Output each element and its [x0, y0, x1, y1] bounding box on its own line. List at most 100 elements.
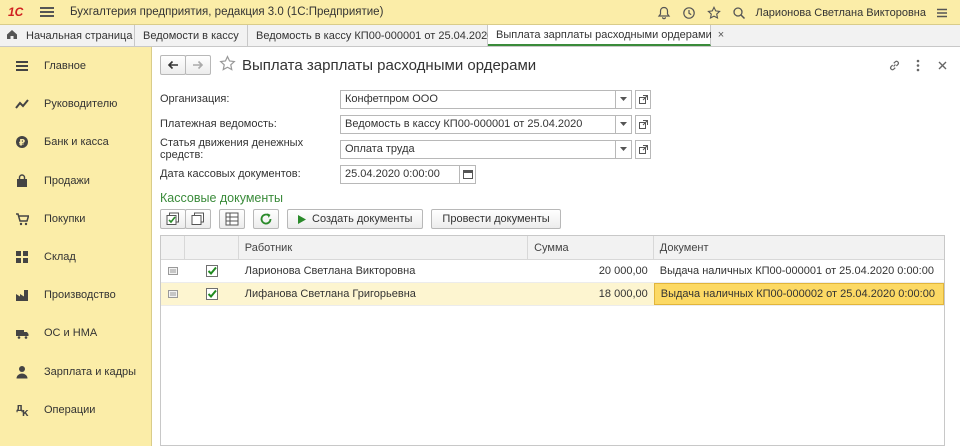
organization-open-button[interactable] — [635, 89, 651, 109]
1c-logo: 1С — [8, 5, 24, 19]
cashflow-item-field[interactable]: Оплата труда — [340, 139, 616, 159]
sidebar-item-production[interactable]: Производство — [0, 276, 151, 314]
cashflow-item-dropdown-button[interactable] — [616, 139, 632, 159]
tab-close-icon[interactable]: × — [718, 29, 724, 41]
sidebar-item-manager[interactable]: Руководителю — [0, 85, 151, 123]
payment-statement-dropdown-button[interactable] — [616, 114, 632, 134]
row-check-cell — [185, 283, 239, 305]
grid-icon — [14, 249, 30, 265]
sidebar-item-operations[interactable]: ДК Операции — [0, 391, 151, 429]
tab-label: Ведомости в кассу — [143, 29, 239, 42]
sidebar-item-warehouse[interactable]: Склад — [0, 238, 151, 276]
cash-documents-section-title: Кассовые документы — [160, 191, 283, 205]
organization-dropdown-button[interactable] — [616, 89, 632, 109]
employee-cell[interactable]: Лифанова Светлана Григорьевна — [239, 283, 528, 305]
column-header-document[interactable]: Документ — [654, 236, 944, 259]
coin-icon: ₽ — [14, 134, 30, 150]
close-icon[interactable] — [932, 55, 952, 75]
sidebar-item-label: Производство — [44, 289, 116, 302]
more-actions-icon[interactable] — [908, 55, 928, 75]
tab-cash-statement-document[interactable]: Ведомость в кассу КП00-000001 от 25.04.2… — [248, 25, 493, 46]
sidebar-item-label: Операции — [44, 403, 96, 416]
document-cell[interactable]: Выдача наличных КП00-000002 от 25.04.202… — [653, 283, 944, 305]
payment-statement-field[interactable]: Ведомость в кассу КП00-000001 от 25.04.2… — [340, 114, 616, 134]
operations-icon: ДК — [14, 402, 30, 418]
tab-home[interactable]: Начальная страница — [0, 25, 135, 46]
table-row[interactable]: Ларионова Светлана Викторовна 20 000,00 … — [161, 260, 944, 283]
refresh-button[interactable] — [253, 209, 279, 229]
menu-icon — [14, 58, 30, 74]
table-header: Работник Сумма Документ — [161, 236, 944, 260]
create-documents-button[interactable]: Создать документы — [287, 209, 424, 229]
column-header-icon — [161, 236, 185, 259]
sidebar-item-label: Склад — [44, 251, 76, 264]
cash-docs-date-label: Дата кассовых документов: — [160, 168, 301, 180]
person-icon — [14, 364, 30, 380]
sidebar-item-purchases[interactable]: Покупки — [0, 200, 151, 238]
search-icon[interactable] — [729, 3, 749, 23]
sidebar-item-label: Руководителю — [44, 98, 118, 111]
forward-button[interactable] — [185, 55, 211, 75]
current-user-name[interactable]: Ларионова Светлана Викторовна — [755, 7, 926, 19]
form-header: Выплата зарплаты расходными ордерами — [160, 53, 952, 77]
sidebar-item-sales[interactable]: Продажи — [0, 162, 151, 200]
top-right-panel: Ларионова Светлана Викторовна — [649, 0, 960, 25]
sidebar-item-salary-hr[interactable]: Зарплата и кадры — [0, 353, 151, 391]
cashflow-item-row: Статья движения денежных средств: Оплата… — [160, 137, 651, 161]
cashflow-item-open-button[interactable] — [635, 139, 651, 159]
sum-cell[interactable]: 18 000,00 — [528, 283, 654, 305]
column-header-employee[interactable]: Работник — [239, 236, 529, 259]
history-icon[interactable] — [679, 3, 699, 23]
trend-icon — [14, 96, 30, 112]
bell-icon[interactable] — [654, 3, 674, 23]
sidebar-item-bank-cash[interactable]: ₽ Банк и касса — [0, 123, 151, 161]
tab-salary-payment-orders[interactable]: Выплата зарплаты расходными ордерами × — [488, 25, 724, 46]
svg-text:₽: ₽ — [19, 139, 25, 149]
payment-statement-open-button[interactable] — [635, 114, 651, 134]
column-header-sum[interactable]: Сумма — [528, 236, 654, 259]
sidebar-item-label: ОС и НМА — [44, 327, 98, 340]
link-icon[interactable] — [884, 55, 904, 75]
check-all-button[interactable] — [160, 209, 186, 229]
organization-field[interactable]: Конфетпром ООО — [340, 89, 616, 109]
cash-docs-date-row: Дата кассовых документов: 25.04.2020 0:0… — [160, 164, 476, 184]
fill-table-button[interactable] — [219, 209, 245, 229]
user-menu-icon[interactable] — [932, 3, 952, 23]
bag-icon — [14, 173, 30, 189]
row-checkbox[interactable] — [205, 265, 218, 277]
home-icon — [6, 29, 18, 43]
tab-label: Выплата зарплаты расходными ордерами — [496, 28, 712, 41]
truck-icon — [14, 325, 30, 341]
sidebar-item-main[interactable]: Главное — [0, 47, 151, 85]
sidebar-item-label: Покупки — [44, 212, 86, 225]
sidebar-item-label: Банк и касса — [44, 136, 109, 149]
cash-documents-toolbar: Создать документы Провести документы — [160, 209, 561, 229]
sum-cell[interactable]: 20 000,00 — [528, 260, 654, 282]
table-row[interactable]: Лифанова Светлана Григорьевна 18 000,00 … — [161, 283, 944, 306]
row-checkbox[interactable] — [205, 288, 218, 300]
add-to-favorites-star-icon[interactable] — [219, 55, 236, 75]
uncheck-all-button[interactable] — [185, 209, 211, 229]
cash-docs-date-field[interactable]: 25.04.2020 0:00:00 — [340, 164, 460, 184]
back-button[interactable] — [160, 55, 186, 75]
organization-row: Организация: Конфетпром ООО — [160, 89, 651, 109]
main-menu-button[interactable] — [40, 7, 54, 17]
factory-icon — [14, 287, 30, 303]
app-top-bar: 1С Бухгалтерия предприятия, редакция 3.0… — [0, 0, 960, 25]
column-header-check — [185, 236, 239, 259]
calendar-button[interactable] — [460, 164, 476, 184]
tab-cash-statements[interactable]: Ведомости в кассу — [135, 25, 248, 46]
favorites-star-icon[interactable] — [704, 3, 724, 23]
post-documents-button[interactable]: Провести документы — [431, 209, 561, 229]
sidebar-item-label: Зарплата и кадры — [44, 365, 137, 378]
tab-label: Ведомость в кассу КП00-000001 от 25.04.2… — [256, 29, 494, 42]
payment-statement-row: Платежная ведомость: Ведомость в кассу К… — [160, 114, 651, 134]
sections-sidebar: Главное Руководителю ₽ Банк и касса Прод… — [0, 47, 152, 446]
form-header-actions — [880, 53, 952, 77]
sidebar-item-fixed-assets[interactable]: ОС и НМА — [0, 314, 151, 352]
employee-cell[interactable]: Ларионова Светлана Викторовна — [239, 260, 528, 282]
sidebar-item-label: Главное — [44, 60, 87, 73]
cart-icon — [14, 211, 30, 227]
document-cell[interactable]: Выдача наличных КП00-000001 от 25.04.202… — [654, 260, 944, 282]
cash-documents-table: Работник Сумма Документ Ларионова Светла… — [160, 235, 945, 446]
